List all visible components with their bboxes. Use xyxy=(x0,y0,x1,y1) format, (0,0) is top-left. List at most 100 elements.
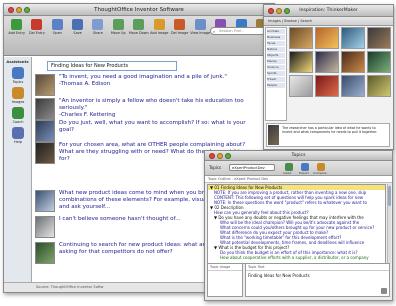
image-tile[interactable] xyxy=(289,75,313,97)
delete-image-icon xyxy=(174,19,186,30)
resize-handle[interactable] xyxy=(381,288,387,294)
sidebar-item-coach[interactable]: Coach xyxy=(5,107,31,124)
minimize-button[interactable] xyxy=(217,153,223,159)
move-down-icon xyxy=(133,19,145,30)
outline-scrollbar[interactable] xyxy=(387,184,391,264)
topic-title-field[interactable]: Finding Ideas for New Products xyxy=(47,61,177,71)
outline-item[interactable]: How about cooperative efforts with a sup… xyxy=(208,255,385,260)
entry-thumbnail[interactable] xyxy=(35,98,55,120)
window-controls xyxy=(8,7,30,13)
scrollbar-thumb[interactable] xyxy=(388,186,391,206)
entry-thumbnail[interactable] xyxy=(35,74,55,96)
entry-row[interactable]: "An inventor is simply a fellow who does… xyxy=(35,98,257,120)
entry-row[interactable]: "To invent, you need a good imagination … xyxy=(35,74,257,96)
category-item[interactable]: Travel xyxy=(267,77,285,82)
image-tile[interactable] xyxy=(341,75,365,97)
close-button[interactable] xyxy=(209,153,215,159)
topics-window-title-bar[interactable]: Topics xyxy=(205,151,392,161)
image-category-list: Animals Business Faces Nature Objects Pl… xyxy=(265,27,287,121)
topic-image-panel: Topic Image xyxy=(207,263,243,297)
add-entry-icon xyxy=(11,19,23,30)
topic-set-select[interactable]: eXpertProductDev xyxy=(229,164,275,171)
zoom-button[interactable] xyxy=(225,153,231,159)
category-item[interactable]: Animals xyxy=(267,29,285,34)
assistants-sidebar: Assistants Topics Images Coach Help xyxy=(4,57,32,292)
entry-text[interactable]: "To invent, you need a good imagination … xyxy=(59,74,257,96)
image-tile[interactable] xyxy=(315,27,339,49)
topic-text-header: Topic Text xyxy=(246,264,389,271)
category-item[interactable]: Sports xyxy=(267,71,285,76)
image-tile[interactable] xyxy=(315,75,339,97)
topics-toolbar: Topics eXpertProductDev Insert Export Co… xyxy=(205,161,392,176)
save-icon xyxy=(72,19,84,30)
window-controls xyxy=(209,153,231,159)
topic-outline: ▼ 01 Finding Ideas for New Products NOTE… xyxy=(207,184,386,264)
open-icon xyxy=(51,19,63,30)
image-tile[interactable] xyxy=(289,27,313,49)
entry-thumbnail[interactable] xyxy=(35,216,55,238)
entry-thumbnail[interactable] xyxy=(35,242,55,264)
coach-icon xyxy=(12,107,24,119)
image-grid xyxy=(289,27,393,97)
preview-image xyxy=(268,125,280,145)
entry-text[interactable]: "An inventor is simply a fellow who does… xyxy=(59,98,257,120)
image-tile[interactable] xyxy=(367,75,391,97)
image-toolbar[interactable]: Images | Browse | Search xyxy=(264,17,393,26)
share-icon xyxy=(92,19,104,30)
zoom-button[interactable] xyxy=(24,7,30,13)
category-item[interactable]: People xyxy=(267,83,285,88)
add-image-button[interactable]: Add Image xyxy=(150,18,169,35)
move-up-button[interactable]: Move Up xyxy=(109,18,128,35)
entry-thumbnail[interactable] xyxy=(35,190,55,212)
sidebar-item-images[interactable]: Images xyxy=(5,87,31,104)
delete-entry-button[interactable]: Del Entry xyxy=(27,18,46,35)
category-item[interactable]: Places xyxy=(267,59,285,64)
image-window-title: Inspiration: ThinkerMaker xyxy=(299,8,358,13)
minimize-button[interactable] xyxy=(276,8,282,14)
outline-header: Topic Outline - eXpert Product Dev xyxy=(205,176,392,183)
image-tile[interactable] xyxy=(341,27,365,49)
export-icon[interactable] xyxy=(301,163,309,171)
sidebar-item-topics[interactable]: Topics xyxy=(5,67,31,84)
image-tile[interactable] xyxy=(315,51,339,73)
move-up-icon xyxy=(112,19,124,30)
view-image-button[interactable]: View Image xyxy=(190,18,210,35)
close-button[interactable] xyxy=(268,8,274,14)
main-title-bar[interactable]: ThoughtOffice Inventor Software xyxy=(4,4,274,16)
image-tile[interactable] xyxy=(289,51,313,73)
compare-icon[interactable] xyxy=(317,163,325,171)
open-button[interactable]: Open xyxy=(48,18,67,35)
session-search-input[interactable]: ⌕ Session Prof... xyxy=(210,27,270,35)
entry-row[interactable]: Do you just, well, what you want to acco… xyxy=(35,120,257,142)
zoom-button[interactable] xyxy=(284,8,290,14)
insert-icon[interactable] xyxy=(285,163,293,171)
main-toolbar: Add Entry Del Entry Open Save Share Move… xyxy=(4,16,274,56)
category-item[interactable]: Nature xyxy=(267,47,285,52)
search-placeholder: Session Prof... xyxy=(219,29,244,33)
category-item[interactable]: Faces xyxy=(267,41,285,46)
image-window-title-bar[interactable]: Inspiration: ThinkerMaker xyxy=(264,5,393,17)
image-tile[interactable] xyxy=(367,27,391,49)
close-button[interactable] xyxy=(8,7,14,13)
entry-thumbnail[interactable] xyxy=(35,120,55,142)
save-button[interactable]: Save xyxy=(68,18,87,35)
image-tile[interactable] xyxy=(341,51,365,73)
topics-icon xyxy=(12,67,24,79)
add-entry-button[interactable]: Add Entry xyxy=(7,18,26,35)
minimize-button[interactable] xyxy=(16,7,22,13)
category-item[interactable]: Objects xyxy=(267,53,285,58)
share-button[interactable]: Share xyxy=(88,18,107,35)
category-item[interactable]: Science xyxy=(267,65,285,70)
delete-image-button[interactable]: Del Image xyxy=(170,18,189,35)
help-icon xyxy=(12,127,24,139)
window-controls xyxy=(268,8,290,14)
sidebar-heading: Assistants xyxy=(6,59,29,64)
add-image-icon xyxy=(153,19,165,30)
category-item[interactable]: Business xyxy=(267,35,285,40)
topic-text-body[interactable]: Finding Ideas for New Products xyxy=(246,271,389,280)
move-down-button[interactable]: Move Down xyxy=(129,18,149,35)
sidebar-item-help[interactable]: Help xyxy=(5,127,31,144)
entry-thumbnail[interactable] xyxy=(35,142,55,164)
entry-text[interactable]: Do you just, well, what you want to acco… xyxy=(59,120,257,142)
image-tile[interactable] xyxy=(367,51,391,73)
